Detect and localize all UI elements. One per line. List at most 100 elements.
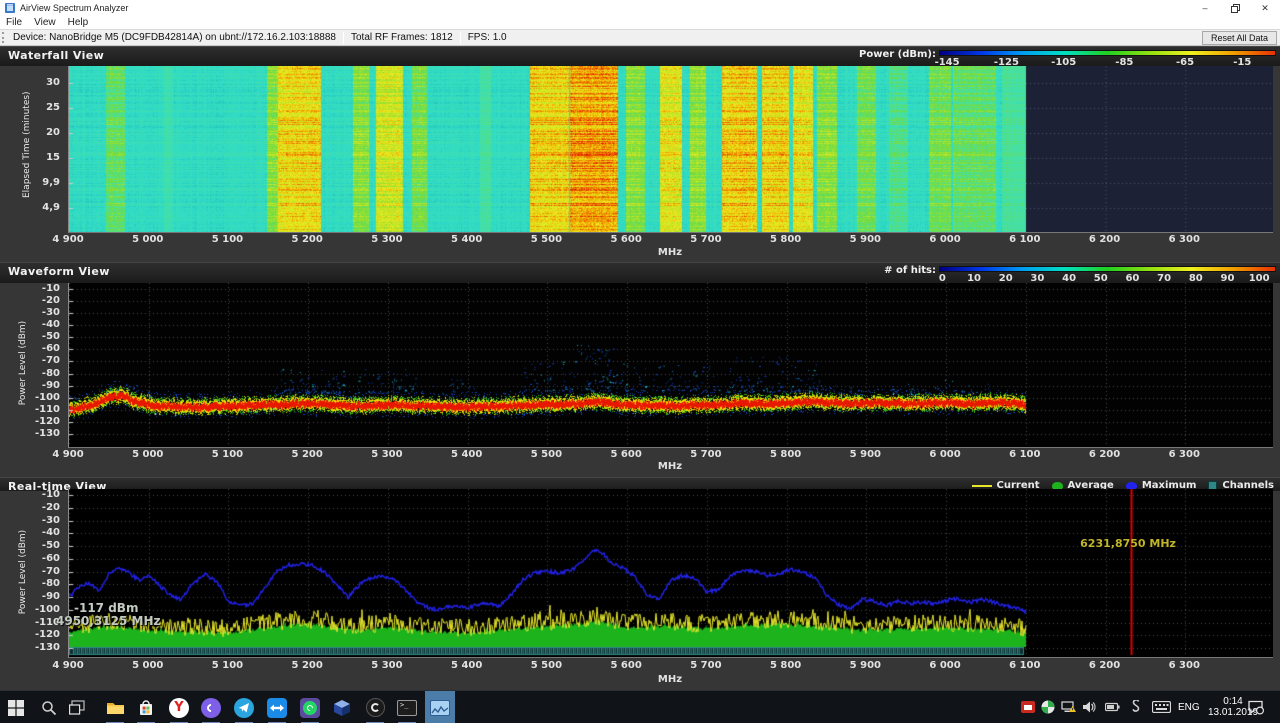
x-tick-label: 6 000 <box>929 449 960 460</box>
x-tick-label: 5 400 <box>451 234 482 245</box>
y-tick-label: -110 <box>16 404 60 415</box>
x-tick-label: 6 000 <box>929 660 960 671</box>
y-tick-label: -80 <box>16 578 60 589</box>
x-tick-label: 5 100 <box>212 234 243 245</box>
realtime-plot[interactable] <box>68 489 1273 658</box>
restore-button[interactable] <box>1220 0 1250 16</box>
close-button[interactable]: ✕ <box>1250 0 1280 16</box>
fps-status: FPS: 1.0 <box>461 32 514 43</box>
task-view-button[interactable] <box>62 691 92 723</box>
y-tick-label: -60 <box>16 343 60 354</box>
teamviewer-button[interactable] <box>262 691 292 723</box>
telegram-button[interactable] <box>229 691 259 723</box>
x-tick-label: 5 100 <box>212 660 243 671</box>
task-view-icon <box>69 700 85 716</box>
x-tick-label: 5 000 <box>132 234 163 245</box>
power-colorbar-label: Power (dBm): <box>859 49 936 60</box>
x-tick-label: 6 200 <box>1089 449 1120 460</box>
waterfall-x-ticks: 4 9005 0005 1005 2005 3005 4005 5005 600… <box>0 234 1280 246</box>
x-tick-label: 6 300 <box>1169 449 1200 460</box>
x-tick-label: 5 100 <box>212 449 243 460</box>
x-tick-label: 5 700 <box>690 660 721 671</box>
y-tick-label: -50 <box>16 540 60 551</box>
camera-button[interactable] <box>360 691 390 723</box>
terminal-button[interactable]: >_ <box>392 691 422 723</box>
x-tick-label: 5 900 <box>850 234 881 245</box>
whatsapp-button[interactable] <box>295 691 325 723</box>
x-tick-label: 5 600 <box>610 234 641 245</box>
y-tick-label: -120 <box>16 629 60 640</box>
tray-touch-keyboard-icon[interactable] <box>1151 699 1171 715</box>
airview-taskbar-button[interactable] <box>425 691 455 723</box>
whatsapp-icon <box>300 698 320 718</box>
viber-phone-icon <box>201 698 221 718</box>
x-tick-label: 4 900 <box>52 660 83 671</box>
x-tick-label: 5 500 <box>531 449 562 460</box>
tray-remote-desktop-icon[interactable] <box>1020 699 1036 715</box>
waterfall-plot[interactable] <box>68 66 1273 233</box>
search-icon <box>41 700 57 716</box>
tray-antivirus-icon[interactable] <box>1040 699 1056 715</box>
viber-button[interactable] <box>196 691 226 723</box>
x-tick-label: 5 500 <box>531 660 562 671</box>
waveform-header: Waveform View # of hits: 010203040506070… <box>0 262 1280 283</box>
cursor-frequency-readout: 4950,3125 MHz <box>56 614 161 628</box>
yandex-browser-button[interactable]: Y <box>164 691 194 723</box>
y-tick-label: -60 <box>16 553 60 564</box>
x-tick-label: 5 200 <box>292 234 323 245</box>
folder-icon <box>106 700 125 716</box>
menu-bar: File View Help <box>0 16 1280 29</box>
title-bar: AirView Spectrum Analyzer – ✕ <box>0 0 1280 16</box>
marker-frequency-label: 6231,8750 MHz <box>1080 537 1176 550</box>
x-tick-label: 5 000 <box>132 449 163 460</box>
menu-help[interactable]: Help <box>62 17 95 28</box>
tray-network-warning-icon[interactable] <box>1060 699 1076 715</box>
tray-punto-switcher-icon[interactable] <box>1128 699 1144 715</box>
waveform-title: Waveform View <box>8 265 110 278</box>
teamviewer-arrows-icon <box>267 698 287 718</box>
x-tick-label: 5 400 <box>451 660 482 671</box>
hits-colorbar <box>939 266 1276 272</box>
y-tick-label: -10 <box>16 489 60 500</box>
x-tick-label: 4 900 <box>52 449 83 460</box>
x-tick-label: 5 200 <box>292 449 323 460</box>
menu-file[interactable]: File <box>0 17 28 28</box>
start-button[interactable] <box>1 691 31 723</box>
y-tick-label: 9,9 <box>16 177 60 188</box>
minimize-button[interactable]: – <box>1190 0 1220 16</box>
restore-icon <box>1231 4 1240 13</box>
x-tick-label: 5 600 <box>610 660 641 671</box>
y-tick-label: -100 <box>16 604 60 615</box>
airview-app-icon <box>430 700 450 716</box>
current-swatch <box>972 485 992 487</box>
waveform-x-ticks: 4 9005 0005 1005 2005 3005 4005 5005 600… <box>0 449 1280 461</box>
waterfall-header: Waterfall View Power (dBm): -145-125-105… <box>0 46 1280 66</box>
y-tick-label: -90 <box>16 591 60 602</box>
action-center-icon[interactable] <box>1248 699 1264 715</box>
tray-speaker-icon[interactable] <box>1081 699 1097 715</box>
menu-view[interactable]: View <box>28 17 62 28</box>
cube-icon <box>333 699 351 717</box>
waveform-plot[interactable] <box>68 283 1273 448</box>
y-tick-label: 20 <box>16 127 60 138</box>
x-tick-label: 6 000 <box>929 234 960 245</box>
file-explorer-button[interactable] <box>100 691 130 723</box>
virtualbox-button[interactable] <box>327 691 357 723</box>
y-tick-label: -20 <box>16 502 60 513</box>
x-tick-label: 5 700 <box>690 234 721 245</box>
hits-colorbar-label: # of hits: <box>884 265 936 276</box>
x-tick-label: 5 300 <box>371 660 402 671</box>
search-button[interactable] <box>34 691 64 723</box>
y-tick-label: -100 <box>16 392 60 403</box>
x-tick-label: 6 300 <box>1169 234 1200 245</box>
x-tick-label: 6 100 <box>1009 449 1040 460</box>
reset-all-data-button[interactable]: Reset All Data <box>1202 31 1277 45</box>
tray-battery-icon[interactable] <box>1104 699 1120 715</box>
command-prompt-icon: >_ <box>397 700 417 716</box>
x-tick-label: 5 200 <box>292 660 323 671</box>
windows-taskbar: Y >_ <box>0 690 1280 723</box>
language-indicator[interactable]: ENG <box>1178 702 1200 713</box>
microsoft-store-button[interactable] <box>131 691 161 723</box>
realtime-x-ticks: 4 9005 0005 1005 2005 3005 4005 5005 600… <box>0 660 1280 672</box>
x-tick-label: 5 800 <box>770 234 801 245</box>
